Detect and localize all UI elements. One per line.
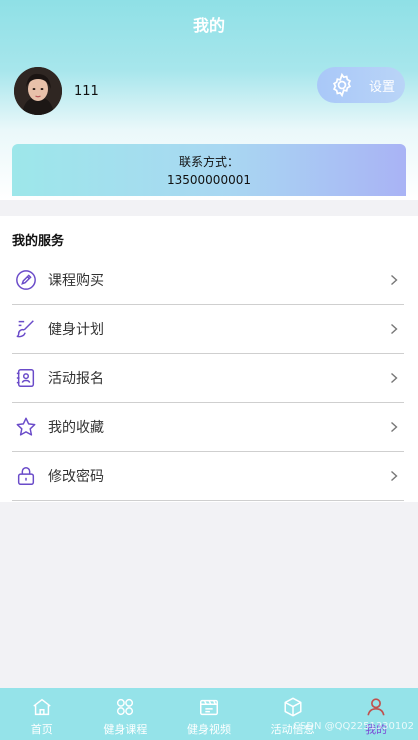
tab-fitness-videos[interactable]: 健身视频 (167, 688, 251, 740)
menu-item-label: 健身计划 (48, 322, 104, 338)
brush-icon (16, 320, 34, 338)
tab-label: 首页 (30, 723, 53, 736)
tab-activity-info[interactable]: 活动信息 (251, 688, 335, 740)
menu-item-my-favorites[interactable]: 我的收藏 (12, 403, 404, 452)
menu-item-activity-signup[interactable]: 活动报名 (12, 354, 404, 403)
menu-item-course-purchase[interactable]: 课程购买 (12, 256, 404, 305)
tab-home[interactable]: 首页 (0, 688, 84, 740)
watermark: CSDN @QQ2251330102 (292, 721, 414, 732)
tab-fitness-courses[interactable]: 健身课程 (84, 688, 168, 740)
menu-item-change-password[interactable]: 修改密码 (12, 452, 404, 501)
menu-item-label: 我的收藏 (48, 420, 104, 436)
menu-item-label: 课程购买 (48, 273, 104, 289)
grid-icon (117, 698, 134, 716)
username: 111 (74, 84, 99, 99)
lock-icon (17, 467, 35, 485)
video-icon (200, 699, 218, 716)
user-icon (367, 698, 385, 716)
contact-phone: 13500000001 (167, 173, 251, 187)
chevron-right-icon (391, 372, 398, 384)
settings-label: 设置 (369, 79, 396, 95)
cube-icon (284, 697, 302, 717)
home-icon (33, 698, 51, 716)
star-icon (16, 417, 36, 436)
chevron-right-icon (391, 323, 398, 335)
contact-book-icon (16, 369, 35, 387)
settings-button[interactable]: 设置 (317, 67, 405, 103)
bottom-tab-bar: 首页 健身课程 健身视频 活动信息 我的 (0, 688, 418, 740)
chevron-right-icon (391, 421, 398, 433)
services-title: 我的服务 (12, 234, 65, 249)
tab-label: 健身视频 (186, 723, 231, 736)
pencil-circle-icon (16, 270, 36, 290)
menu-item-label: 修改密码 (48, 469, 104, 485)
services-menu: 课程购买 健身计划 活动报名 我的收藏 修改密码 (0, 256, 418, 501)
tab-mine[interactable]: 我的 (334, 688, 418, 740)
gear-icon (332, 72, 352, 98)
contact-card: 联系方式： 13500000001 (12, 144, 406, 196)
contact-label: 联系方式： (178, 155, 239, 169)
chevron-right-icon (391, 274, 398, 286)
page-title: 我的 (192, 16, 225, 35)
menu-item-label: 活动报名 (48, 371, 104, 387)
chevron-right-icon (391, 470, 398, 482)
services-panel: 我的服务 课程购买 健身计划 活动报名 我的收藏 修改密码 (0, 216, 418, 502)
avatar[interactable] (14, 67, 62, 115)
menu-item-fitness-plan[interactable]: 健身计划 (12, 305, 404, 354)
tab-label: 健身课程 (103, 723, 148, 736)
